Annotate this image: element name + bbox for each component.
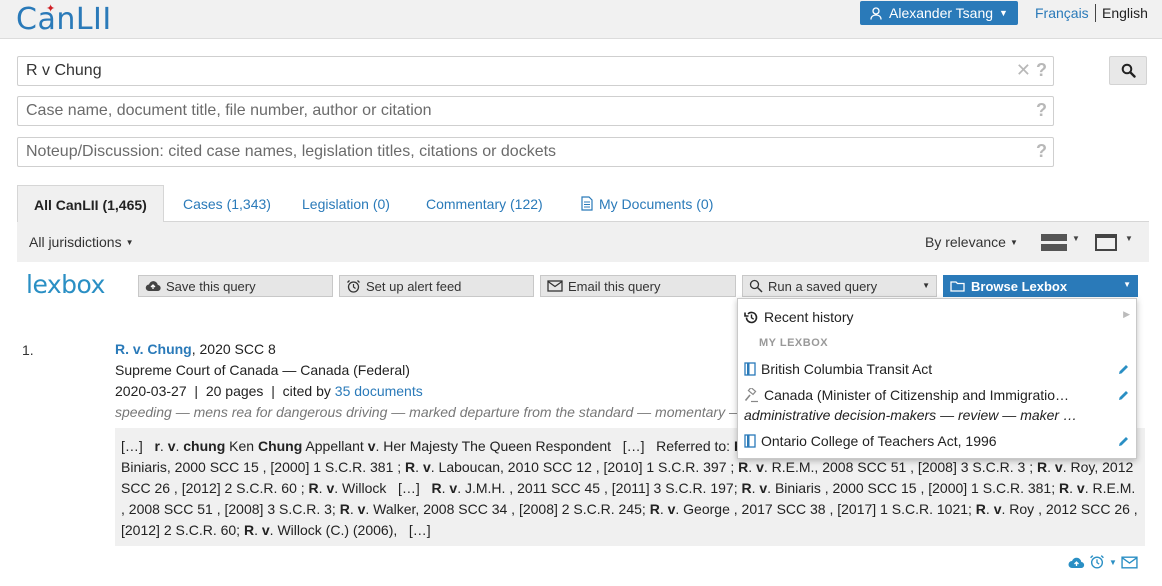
- maple-leaf-icon: ✦: [46, 2, 56, 15]
- legislation-book-icon: [744, 362, 756, 376]
- browse-lexbox-dropdown[interactable]: Browse Lexbox ▼: [943, 275, 1138, 297]
- chevron-down-icon: ▼: [1123, 280, 1131, 289]
- result-keywords: speeding — mens rea for dangerous drivin…: [115, 404, 743, 420]
- noteup-input[interactable]: Noteup/Discussion: cited case names, leg…: [17, 137, 1054, 167]
- help-icon[interactable]: ?: [1036, 141, 1047, 162]
- result-number: 1.: [22, 342, 34, 358]
- result-tabs: All CanLII (1,465) Cases (1,343) Legisla…: [17, 185, 1149, 223]
- user-menu-button[interactable]: Alexander Tsang ▼: [860, 1, 1018, 25]
- cloud-upload-icon[interactable]: [1068, 556, 1085, 569]
- list-view-icon[interactable]: [1041, 234, 1067, 252]
- envelope-icon[interactable]: [1121, 555, 1138, 569]
- chevron-down-icon: ▼: [1009, 238, 1018, 247]
- jurisdiction-dropdown[interactable]: All jurisdictions ▼: [29, 234, 134, 250]
- alert-feed-button[interactable]: Set up alert feed: [339, 275, 534, 297]
- window-view-icon[interactable]: [1095, 234, 1117, 251]
- chevron-down-icon[interactable]: ▼: [1072, 234, 1080, 243]
- language-divider: [1095, 4, 1096, 22]
- tab-legislation[interactable]: Legislation (0): [286, 185, 406, 222]
- help-icon[interactable]: ?: [1036, 100, 1047, 121]
- search-icon: [749, 279, 763, 293]
- legislation-book-icon: [744, 434, 756, 448]
- pencil-icon[interactable]: [1118, 364, 1129, 375]
- chevron-down-icon: ▼: [999, 8, 1008, 18]
- chevron-right-icon: ▶: [1123, 309, 1130, 319]
- search-input[interactable]: R v Chung ✕ ?: [17, 56, 1054, 86]
- canlii-logo[interactable]: CanLII ✦: [16, 2, 112, 37]
- filter-bar: All jurisdictions ▼ By relevance ▼ ▼ ▼: [17, 222, 1149, 262]
- browse-lexbox-menu: Recent history ▶ MY LEXBOX British Colum…: [737, 298, 1137, 459]
- help-icon[interactable]: ?: [1036, 60, 1047, 81]
- alarm-clock-icon[interactable]: [1089, 554, 1105, 570]
- envelope-icon: [547, 280, 563, 292]
- result-citation: , 2020 SCC 8: [191, 341, 276, 357]
- case-name-placeholder: Case name, document title, file number, …: [26, 102, 432, 119]
- tab-cases[interactable]: Cases (1,343): [167, 185, 287, 222]
- clear-icon[interactable]: ✕: [1016, 60, 1031, 81]
- folder-icon: [950, 281, 965, 292]
- result-actions: ▼: [1068, 554, 1138, 570]
- language-english-label: English: [1102, 5, 1148, 21]
- chevron-down-icon[interactable]: ▼: [1125, 234, 1133, 243]
- save-query-button[interactable]: Save this query: [138, 275, 333, 297]
- tab-all-canlii[interactable]: All CanLII (1,465): [17, 185, 164, 223]
- chevron-down-icon: ▼: [125, 238, 134, 247]
- tab-my-documents[interactable]: My Documents (0): [565, 185, 729, 222]
- user-icon: [870, 6, 882, 20]
- cited-by-link[interactable]: 35 documents: [335, 383, 423, 399]
- noteup-placeholder: Noteup/Discussion: cited case names, leg…: [26, 143, 557, 160]
- lexbox-logo: lexbox: [26, 270, 105, 299]
- top-bar: CanLII ✦ Alexander Tsang ▼ Français Engl…: [0, 0, 1162, 39]
- result-pages: 20 pages: [205, 383, 264, 399]
- lexbox-item-canada-minister-keywords: administrative decision-makers — review …: [744, 407, 1077, 423]
- search-icon: [1121, 63, 1136, 78]
- document-icon: [581, 196, 593, 211]
- lexbox-item-bc-transit-act[interactable]: British Columbia Transit Act: [744, 361, 932, 377]
- chevron-down-icon: ▼: [922, 281, 930, 290]
- chevron-down-icon[interactable]: ▼: [1109, 558, 1117, 567]
- result-court: Supreme Court of Canada — Canada (Federa…: [115, 362, 410, 378]
- tab-commentary[interactable]: Commentary (122): [410, 185, 559, 222]
- history-icon: [744, 311, 758, 323]
- search-input-value: R v Chung: [26, 62, 102, 79]
- result-meta: 2020-03-27 | 20 pages | cited by 35 docu…: [115, 383, 423, 399]
- run-saved-query-dropdown[interactable]: Run a saved query ▼: [742, 275, 937, 297]
- result-date: 2020-03-27: [115, 383, 187, 399]
- sort-dropdown[interactable]: By relevance ▼: [925, 234, 1018, 250]
- pencil-icon[interactable]: [1118, 436, 1129, 447]
- recent-history-item[interactable]: Recent history: [744, 309, 853, 325]
- case-name-input[interactable]: Case name, document title, file number, …: [17, 96, 1054, 126]
- result-title-link[interactable]: R. v. Chung: [115, 341, 192, 357]
- pencil-icon[interactable]: [1118, 390, 1129, 401]
- lexbox-item-ontario-teachers-act[interactable]: Ontario College of Teachers Act, 1996: [744, 433, 997, 449]
- my-lexbox-heading: MY LEXBOX: [759, 337, 829, 349]
- result-title-line: R. v. Chung, 2020 SCC 8: [115, 341, 276, 357]
- search-button[interactable]: [1109, 56, 1147, 85]
- lexbox-item-canada-minister[interactable]: Canada (Minister of Citizenship and Immi…: [744, 387, 1069, 403]
- cloud-upload-icon: [145, 281, 161, 292]
- email-query-button[interactable]: Email this query: [540, 275, 736, 297]
- language-french-link[interactable]: Français: [1035, 5, 1089, 21]
- alarm-clock-icon: [347, 279, 360, 293]
- gavel-icon: [744, 387, 758, 402]
